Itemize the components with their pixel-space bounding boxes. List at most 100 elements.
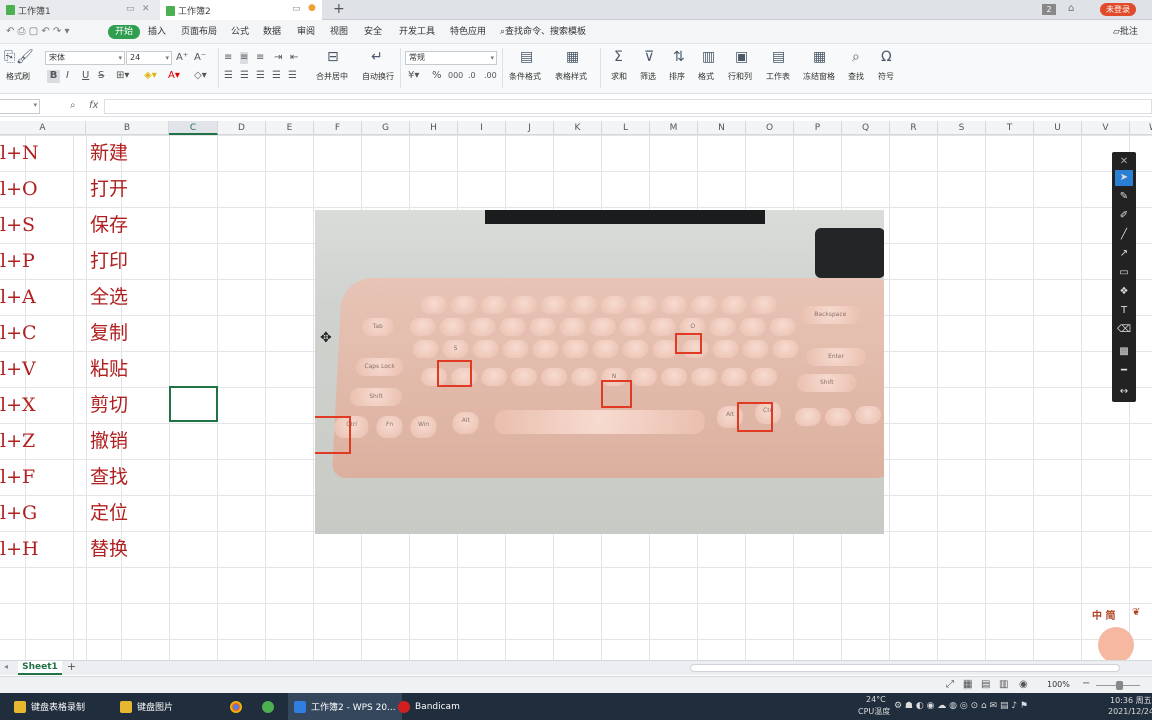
cell-a2[interactable]: l+O — [0, 171, 38, 207]
mosaic-icon[interactable]: ▩ — [1115, 344, 1133, 360]
taskbar-item-wps[interactable]: 工作簿2 - WPS 20... — [288, 693, 402, 720]
distributed-icon[interactable]: ☰ — [288, 70, 297, 82]
close-icon[interactable]: ✕ — [1115, 154, 1133, 170]
sheet-tab-sheet1[interactable]: Sheet1 — [18, 661, 62, 675]
skin-icon[interactable]: ⌂ — [1068, 3, 1074, 14]
cell-a10[interactable]: l+F — [0, 459, 35, 495]
italic-button[interactable]: I — [66, 70, 69, 82]
pen-icon[interactable]: ✎ — [1115, 189, 1133, 205]
sum-icon[interactable]: Σ — [614, 50, 623, 64]
font-size-select[interactable]: 24 ▾ — [126, 51, 172, 65]
column-header-q[interactable]: Q — [842, 121, 890, 135]
column-header-e[interactable]: E — [266, 121, 314, 135]
find-icon[interactable]: ⌕ — [852, 50, 860, 64]
wrap-text-icon[interactable]: ↵ — [371, 50, 383, 64]
tab-workbook2[interactable]: 工作簿2 ▭ ● — [160, 0, 322, 21]
percent-icon[interactable]: % — [432, 70, 442, 82]
page-break-icon[interactable]: ▤ — [981, 679, 990, 690]
menu-review[interactable]: 审阅 — [297, 25, 315, 39]
conditional-format-label[interactable]: 条件格式 — [509, 71, 541, 82]
cell-a1[interactable]: l+N — [0, 135, 39, 171]
normal-view-icon[interactable]: ▦ — [963, 679, 973, 690]
shapes-icon[interactable]: ❖ — [1115, 284, 1133, 300]
menu-formula[interactable]: 公式 — [231, 25, 249, 39]
menu-page-layout[interactable]: 页面布局 — [181, 25, 217, 39]
restore-icon[interactable]: ▭ — [292, 4, 301, 14]
row-col-icon[interactable]: ▣ — [735, 50, 748, 64]
cell-a8[interactable]: l+X — [0, 387, 36, 423]
conditional-format-icon[interactable]: ▤ — [520, 50, 533, 64]
outdent-icon[interactable]: ⇤ — [290, 52, 298, 64]
justify-icon[interactable]: ☰ — [272, 70, 281, 82]
zoom-formula-icon[interactable]: ⌕ — [70, 100, 76, 111]
column-header-n[interactable]: N — [698, 121, 746, 135]
align-right-icon[interactable]: ☰ — [256, 70, 265, 82]
column-header-c[interactable]: C — [169, 121, 218, 135]
column-header-d[interactable]: D — [218, 121, 266, 135]
tab-workbook1[interactable]: 工作簿1 ▭ ✕ — [0, 0, 160, 20]
zoom-slider-handle[interactable] — [1116, 681, 1123, 690]
worksheet-icon[interactable]: ▤ — [772, 50, 785, 64]
cell-b7[interactable]: 粘贴 — [90, 351, 128, 387]
format-icon[interactable]: ▥ — [702, 50, 715, 64]
formula-input[interactable] — [104, 99, 1152, 114]
column-header-w[interactable]: W — [1130, 121, 1152, 135]
underline-button[interactable]: U — [82, 70, 89, 82]
cell-b12[interactable]: 替换 — [90, 531, 128, 567]
taskbar-chrome[interactable] — [230, 693, 247, 720]
column-header-f[interactable]: F — [314, 121, 362, 135]
clear-icon[interactable]: ◇▾ — [194, 70, 207, 82]
decimal-increase-icon[interactable]: .0 — [468, 70, 476, 82]
restore-icon[interactable]: ▭ — [126, 4, 135, 14]
sum-label[interactable]: 求和 — [611, 71, 627, 82]
column-header-u[interactable]: U — [1034, 121, 1082, 135]
quick-access-icons[interactable]: ↶ ⎙ ▢ ↶ ↷ ▾ — [6, 26, 70, 37]
cell-b11[interactable]: 定位 — [90, 495, 128, 531]
merge-center-label[interactable]: 合并居中 — [316, 71, 348, 82]
column-header-p[interactable]: P — [794, 121, 842, 135]
rectangle-icon[interactable]: ▭ — [1115, 265, 1133, 281]
column-header-i[interactable]: I — [458, 121, 506, 135]
align-bottom-icon[interactable]: ≡ — [256, 52, 264, 64]
paste-icon[interactable]: ⎘ — [4, 50, 15, 64]
align-left-icon[interactable]: ☰ — [224, 70, 233, 82]
fullscreen-icon[interactable]: ⤢ — [946, 679, 954, 690]
column-header-s[interactable]: S — [938, 121, 986, 135]
filter-icon[interactable]: ⊽ — [644, 50, 654, 64]
menu-start[interactable]: 开始 — [108, 25, 141, 39]
symbol-label[interactable]: 符号 — [878, 71, 894, 82]
cell-a7[interactable]: l+V — [0, 351, 36, 387]
menu-view[interactable]: 视图 — [330, 25, 348, 39]
row-col-label[interactable]: 行和列 — [728, 71, 752, 82]
indent-icon[interactable]: ⇥ — [274, 52, 282, 64]
align-top-icon[interactable]: ≡ — [224, 52, 232, 64]
fill-color-icon[interactable]: ◈▾ — [144, 70, 157, 82]
column-header-k[interactable]: K — [554, 121, 602, 135]
bold-button[interactable]: B — [47, 70, 60, 83]
name-box[interactable]: ▾ — [0, 99, 40, 114]
worksheet-label[interactable]: 工作表 — [766, 71, 790, 82]
zoom-level[interactable]: 100% — [1047, 680, 1070, 689]
column-header-h[interactable]: H — [410, 121, 458, 135]
window-count-badge[interactable]: 2 — [1042, 4, 1056, 15]
cell-b9[interactable]: 撤销 — [90, 423, 128, 459]
taskbar-item-bandicam[interactable]: Bandicam — [398, 693, 460, 720]
font-shrink-icon[interactable]: A⁻ — [194, 52, 206, 64]
cell-b1[interactable]: 新建 — [90, 135, 128, 171]
align-center-icon[interactable]: ☰ — [240, 70, 249, 82]
cell-b5[interactable]: 全选 — [90, 279, 128, 315]
taskbar-item-keyboard-image[interactable]: 键盘图片 — [120, 693, 173, 720]
sort-icon[interactable]: ⇅ — [673, 50, 685, 64]
cell-a6[interactable]: l+C — [0, 315, 37, 351]
find-label[interactable]: 查找 — [848, 71, 864, 82]
marker-icon[interactable]: ✐ — [1115, 208, 1133, 224]
format-label[interactable]: 格式 — [698, 71, 714, 82]
taskbar-item-keyboard-recording[interactable]: 键盘表格录制 — [14, 693, 85, 720]
pointer-icon[interactable]: ➤ — [1115, 170, 1133, 186]
line-width-icon[interactable]: ━ — [1115, 363, 1133, 379]
eraser-icon[interactable]: ⌫ — [1115, 322, 1133, 338]
taskbar-app[interactable] — [262, 693, 279, 720]
menu-special[interactable]: 特色应用 — [450, 25, 486, 39]
column-header-l[interactable]: L — [602, 121, 650, 135]
number-format-select[interactable]: 常规 ▾ — [405, 51, 497, 65]
